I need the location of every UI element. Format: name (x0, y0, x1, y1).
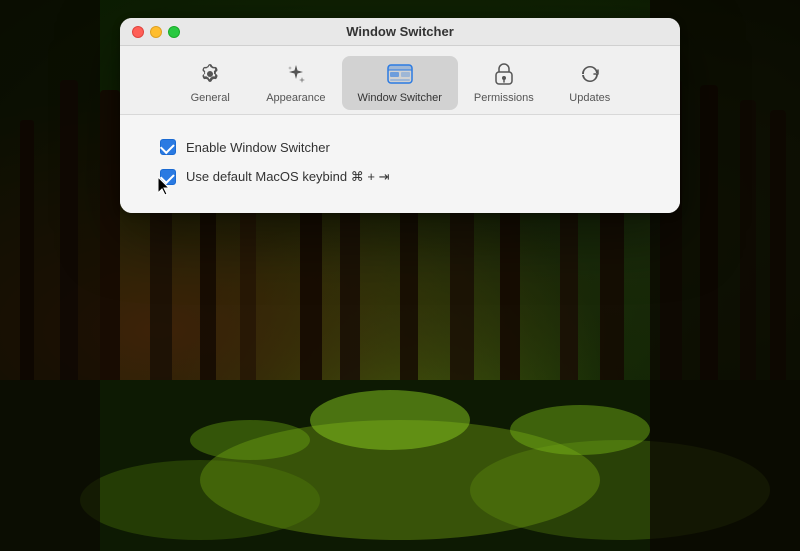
window-title: Window Switcher (346, 24, 454, 39)
tab-permissions-label: Permissions (474, 92, 534, 104)
tab-updates[interactable]: Updates (550, 56, 630, 110)
tab-window-switcher-label: Window Switcher (358, 92, 442, 104)
lock-icon (490, 60, 518, 88)
tab-general-label: General (191, 92, 230, 104)
tab-window-switcher[interactable]: Window Switcher (342, 56, 458, 110)
gear-icon (196, 60, 224, 88)
refresh-icon (576, 60, 604, 88)
checkbox-enable-window-switcher[interactable] (160, 139, 176, 155)
sparkle-icon (282, 60, 310, 88)
traffic-lights (132, 26, 180, 38)
checkbox-item-enable: Enable Window Switcher (160, 139, 640, 155)
tab-permissions[interactable]: Permissions (458, 56, 550, 110)
toolbar: General Appearance (120, 46, 680, 115)
use-default-keybind-label: Use default MacOS keybind ⌘ + ⇥ (186, 169, 389, 185)
keybind-checkbox-wrapper (160, 169, 176, 185)
checkbox-use-default-keybind[interactable] (160, 169, 176, 185)
minimize-button[interactable] (150, 26, 162, 38)
tab-appearance[interactable]: Appearance (250, 56, 341, 110)
checkbox-item-keybind: Use default MacOS keybind ⌘ + ⇥ (160, 169, 640, 185)
tab-updates-label: Updates (569, 92, 610, 104)
tab-general[interactable]: General (170, 56, 250, 110)
titlebar: Window Switcher (120, 18, 680, 46)
tab-appearance-label: Appearance (266, 92, 325, 104)
content-area: Enable Window Switcher Use default MacOS… (120, 115, 680, 213)
enable-window-switcher-label: Enable Window Switcher (186, 140, 330, 155)
window-switcher-icon (386, 60, 414, 88)
app-window: Window Switcher General Appearan (120, 18, 680, 213)
maximize-button[interactable] (168, 26, 180, 38)
close-button[interactable] (132, 26, 144, 38)
